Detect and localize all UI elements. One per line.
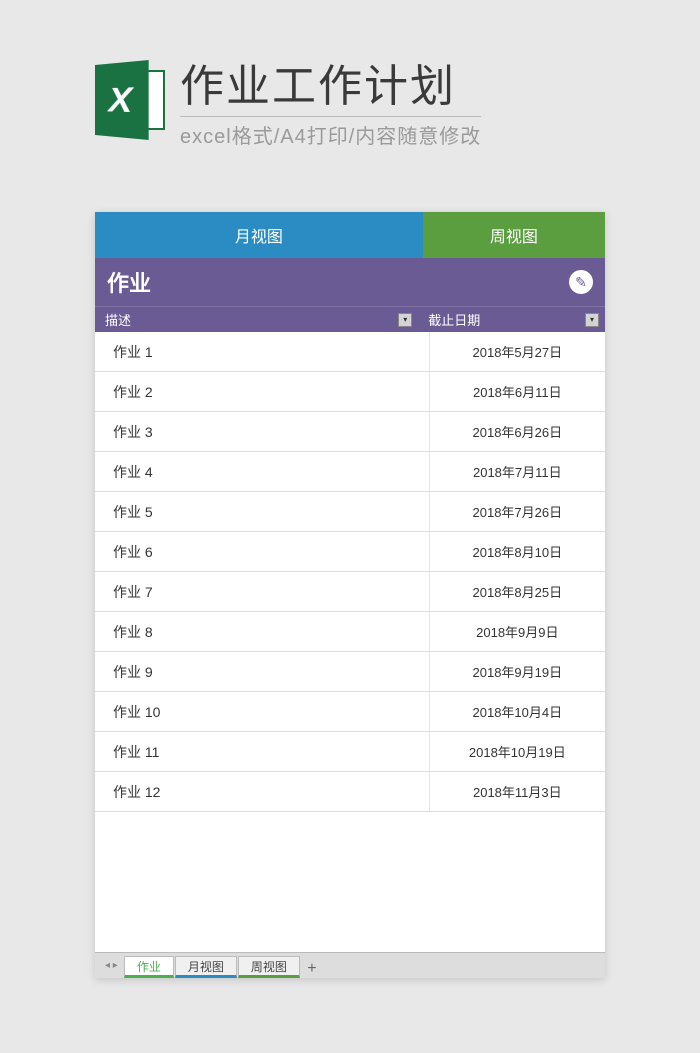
cell-description[interactable]: 作业 7 xyxy=(95,572,430,611)
cell-due-date[interactable]: 2018年5月27日 xyxy=(430,332,605,371)
table-row[interactable]: 作业 92018年9月19日 xyxy=(95,652,605,692)
section-header: 作业 ✎ xyxy=(95,258,605,306)
cell-due-date[interactable]: 2018年7月11日 xyxy=(430,452,605,491)
cell-due-date[interactable]: 2018年8月25日 xyxy=(430,572,605,611)
table-row[interactable]: 作业 122018年11月3日 xyxy=(95,772,605,812)
cell-due-date[interactable]: 2018年6月26日 xyxy=(430,412,605,451)
sheet-tab-active[interactable]: 作业 xyxy=(124,956,174,978)
column-header-description-label: 描述 xyxy=(105,310,131,329)
cell-description[interactable]: 作业 1 xyxy=(95,332,430,371)
cell-description[interactable]: 作业 11 xyxy=(95,732,430,771)
cell-due-date[interactable]: 2018年6月11日 xyxy=(430,372,605,411)
table-row[interactable]: 作业 82018年9月9日 xyxy=(95,612,605,652)
table-row[interactable]: 作业 62018年8月10日 xyxy=(95,532,605,572)
edit-icon[interactable]: ✎ xyxy=(569,270,593,294)
excel-icon: X xyxy=(95,65,165,135)
cell-description[interactable]: 作业 9 xyxy=(95,652,430,691)
cell-description[interactable]: 作业 5 xyxy=(95,492,430,531)
excel-icon-letter: X xyxy=(95,60,149,140)
table-row[interactable]: 作业 102018年10月4日 xyxy=(95,692,605,732)
spreadsheet-container: 月视图 周视图 作业 ✎ 描述 ▾ 截止日期 ▾ 作业 12018年5月27日作… xyxy=(95,212,605,978)
table-row[interactable]: 作业 112018年10月19日 xyxy=(95,732,605,772)
cell-description[interactable]: 作业 2 xyxy=(95,372,430,411)
column-header-due-date-label: 截止日期 xyxy=(428,310,480,329)
cell-description[interactable]: 作业 6 xyxy=(95,532,430,571)
add-sheet-button[interactable]: + xyxy=(301,960,323,978)
sheet-tabs-bar: ◂ ▸ 作业 月视图 周视图 + xyxy=(95,952,605,978)
table-row[interactable]: 作业 52018年7月26日 xyxy=(95,492,605,532)
table-row[interactable]: 作业 32018年6月26日 xyxy=(95,412,605,452)
view-tabs: 月视图 周视图 xyxy=(95,212,605,258)
filter-icon[interactable]: ▾ xyxy=(585,313,599,327)
cell-description[interactable]: 作业 10 xyxy=(95,692,430,731)
table-row[interactable]: 作业 22018年6月11日 xyxy=(95,372,605,412)
table-body: 作业 12018年5月27日作业 22018年6月11日作业 32018年6月2… xyxy=(95,332,605,952)
view-tab-month[interactable]: 月视图 xyxy=(95,212,423,258)
sheet-tab-week[interactable]: 周视图 xyxy=(238,956,300,978)
view-tab-week[interactable]: 周视图 xyxy=(423,212,605,258)
cell-due-date[interactable]: 2018年9月19日 xyxy=(430,652,605,691)
column-header-description[interactable]: 描述 ▾ xyxy=(95,307,418,332)
cell-description[interactable]: 作业 4 xyxy=(95,452,430,491)
page-title: 作业工作计划 xyxy=(180,50,481,117)
cell-description[interactable]: 作业 8 xyxy=(95,612,430,651)
cell-due-date[interactable]: 2018年9月9日 xyxy=(430,612,605,651)
cell-description[interactable]: 作业 12 xyxy=(95,772,430,811)
filter-icon[interactable]: ▾ xyxy=(398,313,412,327)
sheet-tab-month[interactable]: 月视图 xyxy=(175,956,237,978)
page-header: X 作业工作计划 excel格式/A4打印/内容随意修改 xyxy=(0,0,700,149)
section-title: 作业 xyxy=(107,266,151,298)
table-row[interactable]: 作业 42018年7月11日 xyxy=(95,452,605,492)
page-subtitle: excel格式/A4打印/内容随意修改 xyxy=(180,120,481,149)
cell-due-date[interactable]: 2018年10月19日 xyxy=(430,732,605,771)
table-row[interactable]: 作业 72018年8月25日 xyxy=(95,572,605,612)
sheet-nav-arrows[interactable]: ◂ ▸ xyxy=(99,960,124,971)
cell-due-date[interactable]: 2018年10月4日 xyxy=(430,692,605,731)
table-row[interactable]: 作业 12018年5月27日 xyxy=(95,332,605,372)
cell-due-date[interactable]: 2018年7月26日 xyxy=(430,492,605,531)
cell-description[interactable]: 作业 3 xyxy=(95,412,430,451)
cell-due-date[interactable]: 2018年8月10日 xyxy=(430,532,605,571)
column-headers: 描述 ▾ 截止日期 ▾ xyxy=(95,306,605,332)
cell-due-date[interactable]: 2018年11月3日 xyxy=(430,772,605,811)
column-header-due-date[interactable]: 截止日期 ▾ xyxy=(418,307,605,332)
